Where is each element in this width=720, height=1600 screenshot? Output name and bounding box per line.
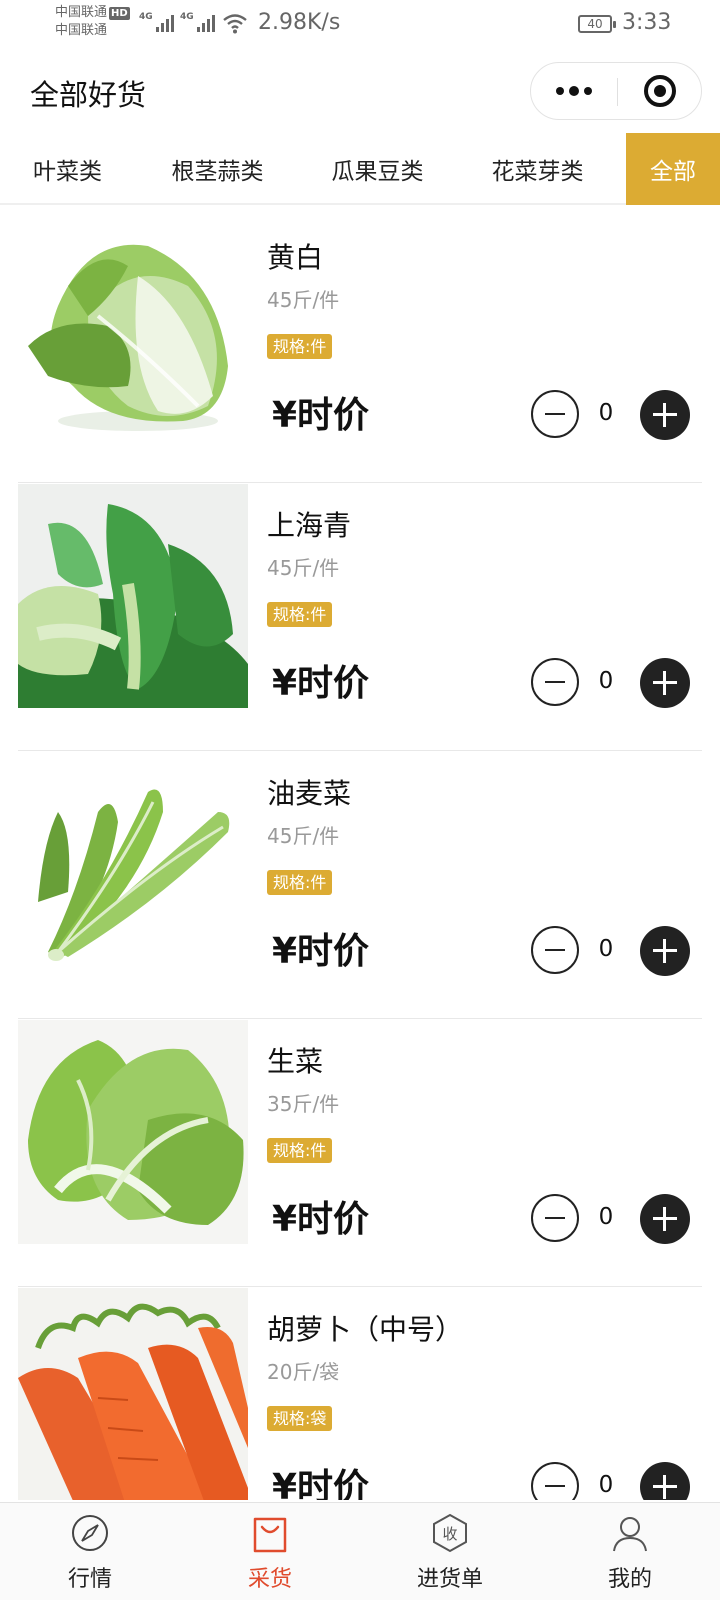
header: 全部好货	[0, 50, 720, 130]
product-price: ¥时价	[272, 1199, 370, 1240]
signal-icon-1: 4G	[139, 12, 174, 32]
target-close-icon[interactable]	[617, 63, 703, 119]
minus-icon[interactable]	[531, 1462, 579, 1500]
more-dots-icon[interactable]	[531, 63, 617, 119]
divider	[18, 1286, 702, 1287]
product-image-bok-choy	[18, 484, 248, 708]
plus-icon[interactable]	[640, 658, 690, 708]
quantity-value: 0	[598, 668, 614, 694]
product-weight: 35斤/件	[267, 1092, 340, 1116]
product-item[interactable]: 油麦菜 45斤/件 规格:件 ¥时价 0	[0, 752, 720, 1020]
product-image-leaf-lettuce	[18, 752, 248, 976]
product-price: ¥时价	[272, 395, 370, 436]
shopping-bag-icon	[250, 1513, 290, 1553]
product-weight: 45斤/件	[267, 824, 340, 848]
carrier-1: 中国联通	[55, 5, 108, 20]
plus-icon[interactable]	[640, 1194, 690, 1244]
product-price: ¥时价	[272, 663, 370, 704]
signal-icon-2: 4G	[180, 12, 215, 32]
product-name: 黄白	[267, 241, 324, 274]
tab-label: 行情	[67, 1567, 112, 1592]
minus-icon[interactable]	[531, 1194, 579, 1242]
divider	[18, 1018, 702, 1019]
spec-badge: 规格:件	[267, 334, 333, 359]
svg-text:收: 收	[442, 1525, 457, 1543]
spec-badge: 规格:袋	[267, 1406, 333, 1431]
spec-badge: 规格:件	[267, 870, 333, 895]
tab-label: 采货	[247, 1567, 292, 1592]
divider	[18, 482, 702, 483]
tab-leafy[interactable]: 叶菜类	[0, 133, 135, 205]
minus-icon[interactable]	[531, 390, 579, 438]
product-weight: 45斤/件	[267, 556, 340, 580]
carrier-info: 中国联通 HD 中国联通	[55, 4, 130, 40]
product-name: 上海青	[267, 509, 352, 542]
mini-program-capsule	[530, 62, 702, 120]
receive-hexagon-icon: 收	[430, 1513, 470, 1553]
minus-icon[interactable]	[531, 658, 579, 706]
network-speed: 2.98K/s	[258, 10, 341, 35]
plus-icon[interactable]	[640, 390, 690, 440]
tab-flower-sprout[interactable]: 花菜芽类	[455, 133, 620, 205]
product-name: 生菜	[267, 1045, 324, 1078]
status-bar: 中国联通 HD 中国联通 4G 4G 2.98K/s 40 3:33	[0, 0, 720, 50]
plus-icon[interactable]	[640, 1462, 690, 1500]
product-weight: 45斤/件	[267, 288, 340, 312]
quantity-value: 0	[598, 936, 614, 962]
tab-label: 我的	[607, 1567, 652, 1592]
product-weight: 20斤/袋	[267, 1360, 340, 1384]
page-title: 全部好货	[30, 78, 147, 112]
tab-market[interactable]: 行情	[0, 1503, 180, 1600]
tab-mine[interactable]: 我的	[540, 1503, 720, 1600]
clock: 3:33	[622, 10, 672, 35]
quantity-value: 0	[598, 1472, 614, 1498]
product-price: ¥时价	[272, 1467, 370, 1500]
product-name: 胡萝卜（中号）	[267, 1313, 464, 1346]
divider	[18, 750, 702, 751]
product-price: ¥时价	[272, 931, 370, 972]
product-name: 油麦菜	[267, 777, 352, 810]
category-tabs: 叶菜类 根茎蒜类 瓜果豆类 花菜芽类 全部	[0, 133, 720, 205]
quantity-value: 0	[598, 1204, 614, 1230]
quantity-value: 0	[598, 400, 614, 426]
tab-purchase[interactable]: 采货	[180, 1503, 360, 1600]
product-image-napa-cabbage	[18, 216, 248, 440]
plus-icon[interactable]	[640, 926, 690, 976]
product-item[interactable]: 生菜 35斤/件 规格:件 ¥时价 0	[0, 1020, 720, 1288]
tab-all[interactable]: 全部	[626, 133, 720, 205]
tab-purchase-order[interactable]: 收 进货单	[360, 1503, 540, 1600]
product-item[interactable]: 黄白 45斤/件 规格:件 ¥时价 0	[0, 216, 720, 484]
spec-badge: 规格:件	[267, 1138, 333, 1163]
carrier-2: 中国联通	[55, 23, 108, 38]
product-item[interactable]: 胡萝卜（中号） 20斤/袋 规格:袋 ¥时价 0	[0, 1288, 720, 1500]
battery-icon: 40	[578, 15, 616, 33]
product-list: 黄白 45斤/件 规格:件 ¥时价 0 上海青 45斤/件 规格:件 ¥时价 0	[0, 216, 720, 1500]
user-icon	[610, 1513, 650, 1553]
product-item[interactable]: 上海青 45斤/件 规格:件 ¥时价 0	[0, 484, 720, 752]
product-image-carrots	[18, 1288, 248, 1500]
product-image-romaine-lettuce	[18, 1020, 248, 1244]
tab-root[interactable]: 根茎蒜类	[135, 133, 300, 205]
spec-badge: 规格:件	[267, 602, 333, 627]
compass-icon	[70, 1513, 110, 1553]
tab-melon-bean[interactable]: 瓜果豆类	[300, 133, 455, 205]
hd-badge: HD	[109, 7, 130, 20]
minus-icon[interactable]	[531, 926, 579, 974]
tab-label: 进货单	[416, 1567, 483, 1592]
wifi-icon	[222, 12, 248, 38]
bottom-tab-bar: 行情 采货 收 进货单 我的	[0, 1502, 720, 1600]
